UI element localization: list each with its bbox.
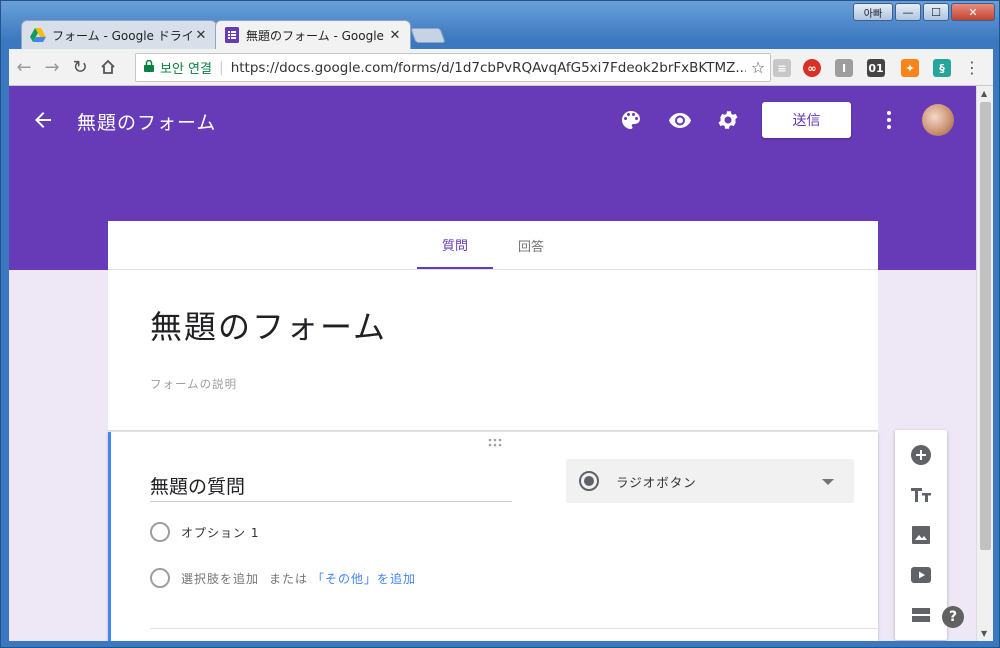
question-title-input[interactable]: 無題の質問 — [150, 472, 512, 502]
window-controls: 아빠 — ☐ ✕ — [853, 3, 995, 21]
radio-button-icon — [579, 471, 599, 491]
close-tab-icon[interactable]: ✕ — [194, 28, 208, 43]
maximize-button[interactable]: ☐ — [923, 3, 949, 21]
url-text[interactable]: https://docs.google.com/forms/d/1d7cbPvR… — [231, 60, 746, 76]
tab-bar: フォーム - Google ドライ ✕ 無題のフォーム - Google フ ✕… — [1, 1, 1000, 49]
tab-title: 無題のフォーム - Google フ — [246, 28, 388, 43]
add-video-icon[interactable] — [909, 563, 933, 587]
google-forms-icon — [224, 27, 240, 43]
reload-icon[interactable]: ↻ — [67, 54, 93, 80]
back-arrow-icon[interactable]: ← — [11, 54, 37, 80]
home-icon[interactable] — [95, 54, 121, 80]
google-drive-icon — [30, 27, 46, 43]
extension-icon-2[interactable]: ∞ — [803, 59, 821, 77]
form-title-input[interactable]: 無題のフォーム — [150, 302, 387, 348]
preview-eye-icon[interactable] — [668, 108, 692, 132]
radio-circle-icon — [150, 568, 170, 588]
drag-handle-icon[interactable] — [488, 438, 504, 448]
scroll-thumb[interactable] — [980, 102, 991, 550]
tab-questions[interactable]: 質問 — [417, 221, 493, 269]
extension-icon-3[interactable]: I — [835, 59, 853, 77]
lock-icon — [144, 59, 154, 75]
help-icon[interactable]: ? — [942, 606, 964, 628]
option-row[interactable]: オプション 1 — [150, 522, 259, 542]
back-arrow-icon[interactable] — [31, 108, 55, 132]
send-button[interactable]: 送信 — [762, 102, 851, 138]
browser-window: フォーム - Google ドライ ✕ 無題のフォーム - Google フ ✕… — [0, 0, 1000, 648]
form-title-card: 無題のフォーム フォームの説明 — [108, 270, 878, 431]
bookmark-star-icon[interactable]: ☆ — [746, 58, 770, 77]
tab-title: フォーム - Google ドライ — [52, 28, 194, 43]
new-tab-button[interactable] — [410, 28, 446, 43]
tab-responses[interactable]: 回答 — [493, 221, 569, 269]
scroll-up-icon[interactable]: ▲ — [981, 89, 987, 98]
settings-gear-icon[interactable] — [716, 108, 740, 132]
palette-icon[interactable] — [619, 108, 643, 132]
or-text: または — [269, 571, 309, 586]
add-option-link[interactable]: 選択肢を追加 — [181, 570, 259, 587]
add-section-icon[interactable] — [909, 603, 933, 627]
close-window-button[interactable]: ✕ — [951, 3, 995, 21]
question-card[interactable]: 無題の質問 ラジオボタン オプション 1 選択肢を追加 または 「その他」を追加 — [108, 432, 880, 641]
option-label[interactable]: オプション 1 — [181, 524, 259, 541]
form-description-input[interactable]: フォームの説明 — [150, 376, 237, 392]
divider — [150, 628, 880, 629]
forms-page: 無題のフォーム 送信 質問 回答 無題のフォーム フォームの説明 無題の質問 ラ… — [9, 86, 976, 641]
separator: | — [218, 59, 224, 76]
close-tab-icon[interactable]: ✕ — [388, 28, 402, 43]
scroll-down-icon[interactable]: ▼ — [981, 629, 987, 638]
tab-untitled-form[interactable]: 無題のフォーム - Google フ ✕ — [215, 20, 411, 49]
question-type-dropdown[interactable]: ラジオボタン — [566, 459, 854, 503]
add-title-text-icon[interactable] — [909, 483, 933, 507]
account-avatar[interactable] — [922, 104, 954, 136]
side-toolbar — [895, 430, 947, 640]
metamask-icon[interactable]: ✦ — [901, 59, 919, 77]
secure-label: 보안 연결 — [160, 62, 212, 77]
add-question-icon[interactable] — [909, 443, 933, 467]
more-vert-icon[interactable] — [883, 108, 895, 132]
minimize-button[interactable]: — — [895, 3, 921, 21]
extension-icon-4[interactable]: 01 — [867, 59, 885, 77]
add-other-link[interactable]: 「その他」を追加 — [312, 570, 416, 587]
radio-circle-icon — [150, 522, 170, 542]
editor-tabs: 質問 回答 — [108, 221, 878, 270]
page-scrollbar[interactable]: ▲ ▼ — [976, 86, 993, 641]
extension-icon-6[interactable]: § — [933, 59, 951, 77]
question-type-label: ラジオボタン — [616, 474, 697, 490]
tab-forms-drive[interactable]: フォーム - Google ドライ ✕ — [21, 20, 217, 49]
forward-arrow-icon[interactable]: → — [39, 54, 65, 80]
browser-toolbar: ← → ↻ 보안 연결 | https://docs.google.com/fo… — [9, 49, 993, 86]
profile-badge[interactable]: 아빠 — [853, 3, 893, 21]
add-image-icon[interactable] — [909, 523, 933, 547]
add-option-row: 選択肢を追加 または 「その他」を追加 — [150, 568, 416, 588]
chevron-down-icon — [822, 479, 834, 485]
browser-menu-icon[interactable]: ⋮ — [964, 58, 980, 77]
extension-icon-1[interactable]: ≡ — [773, 59, 791, 77]
form-name[interactable]: 無題のフォーム — [77, 108, 216, 135]
address-bar[interactable]: 보안 연결 | https://docs.google.com/forms/d/… — [135, 53, 771, 82]
